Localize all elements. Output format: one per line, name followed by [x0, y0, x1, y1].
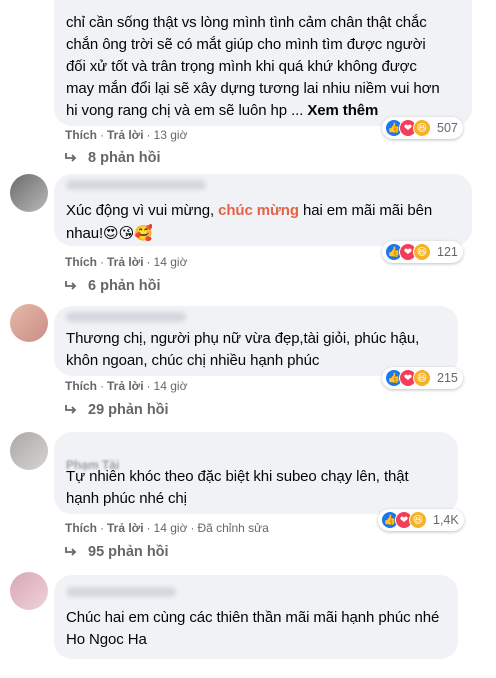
view-replies-button[interactable]: 8 phản hồi [64, 150, 161, 166]
haha-icon: 😆 [409, 511, 427, 529]
comment-actions: Thích · Trả lời · 14 giờ · Đã chỉnh sửa [65, 521, 269, 535]
like-button[interactable]: Thích [65, 521, 97, 535]
edited-label: Đã chỉnh sửa [197, 521, 269, 535]
view-replies-button[interactable]: 6 phản hồi [64, 278, 161, 294]
reply-arrow-icon [65, 547, 77, 556]
reply-arrow-icon [65, 281, 77, 290]
comment-text: Tự nhiên khóc theo đặc biệt khi subeo ch… [66, 468, 409, 507]
comment-bubble: Chúc hai em cùng các thiên thần mãi mãi … [54, 575, 458, 659]
reaction-count: 121 [437, 245, 458, 259]
like-button[interactable]: Thích [65, 255, 97, 269]
reaction-count: 215 [437, 371, 458, 385]
comment-time[interactable]: 13 giờ [154, 128, 188, 142]
reaction-summary[interactable]: 👍 ❤ 😆 215 [382, 367, 463, 389]
comment-bubble: Xúc động vì vui mừng, chúc mừng hai em m… [54, 174, 472, 246]
avatar[interactable] [10, 174, 48, 212]
comment-time[interactable]: 14 giờ [154, 379, 188, 393]
reply-arrow-icon [65, 405, 77, 414]
comment-actions: Thích · Trả lời · 14 giờ [65, 255, 188, 269]
comment-actions: Thích · Trả lời · 13 giờ [65, 128, 188, 142]
reply-button[interactable]: Trả lời [107, 379, 144, 393]
author-name[interactable] [66, 312, 186, 322]
reply-button[interactable]: Trả lời [107, 255, 144, 269]
reaction-count: 1,4K [433, 513, 459, 527]
comment-text: Chúc hai em cùng các thiên thần mãi mãi … [66, 609, 440, 648]
author-name[interactable] [66, 180, 206, 190]
haha-icon: 😆 [413, 243, 431, 261]
like-button[interactable]: Thích [65, 379, 97, 393]
reply-button[interactable]: Trả lời [107, 521, 144, 535]
author-name[interactable]: Phạm Tài [66, 458, 119, 472]
see-more-link[interactable]: Xem thêm [307, 102, 378, 119]
comment-time[interactable]: 14 giờ [154, 521, 188, 535]
avatar[interactable] [10, 572, 48, 610]
reaction-summary[interactable]: 👍 ❤ 😆 1,4K [378, 509, 464, 531]
reaction-count: 507 [437, 121, 458, 135]
like-button[interactable]: Thích [65, 128, 97, 142]
comment-time[interactable]: 14 giờ [154, 255, 188, 269]
view-replies-button[interactable]: 95 phản hồi [64, 544, 169, 560]
reaction-summary[interactable]: 👍 ❤ 😆 507 [382, 117, 463, 139]
avatar[interactable] [10, 304, 48, 342]
avatar[interactable] [10, 432, 48, 470]
view-replies-button[interactable]: 29 phản hồi [64, 402, 169, 418]
haha-icon: 😆 [413, 119, 431, 137]
reply-button[interactable]: Trả lời [107, 128, 144, 142]
haha-icon: 😆 [413, 369, 431, 387]
comment-text: Thương chị, người phụ nữ vừa đẹp,tài giỏ… [66, 330, 420, 369]
comment-bubble: Phạm Tài Tự nhiên khóc theo đặc biệt khi… [54, 432, 458, 514]
emoji-group: 😍😘🥰 [103, 224, 153, 242]
author-name[interactable] [66, 587, 176, 597]
comment-bubble: chỉ cần sống thật vs lòng mình tình cảm … [54, 0, 472, 126]
highlighted-text: chúc mừng [218, 202, 299, 219]
comment-text: Xúc động vì vui mừng, chúc mừng hai em m… [66, 202, 433, 242]
reply-arrow-icon [65, 153, 77, 162]
reaction-summary[interactable]: 👍 ❤ 😆 121 [382, 241, 463, 263]
comment-bubble: Thương chị, người phụ nữ vừa đẹp,tài giỏ… [54, 306, 458, 376]
comment-text: chỉ cần sống thật vs lòng mình tình cảm … [66, 14, 440, 119]
comment-actions: Thích · Trả lời · 14 giờ [65, 379, 188, 393]
